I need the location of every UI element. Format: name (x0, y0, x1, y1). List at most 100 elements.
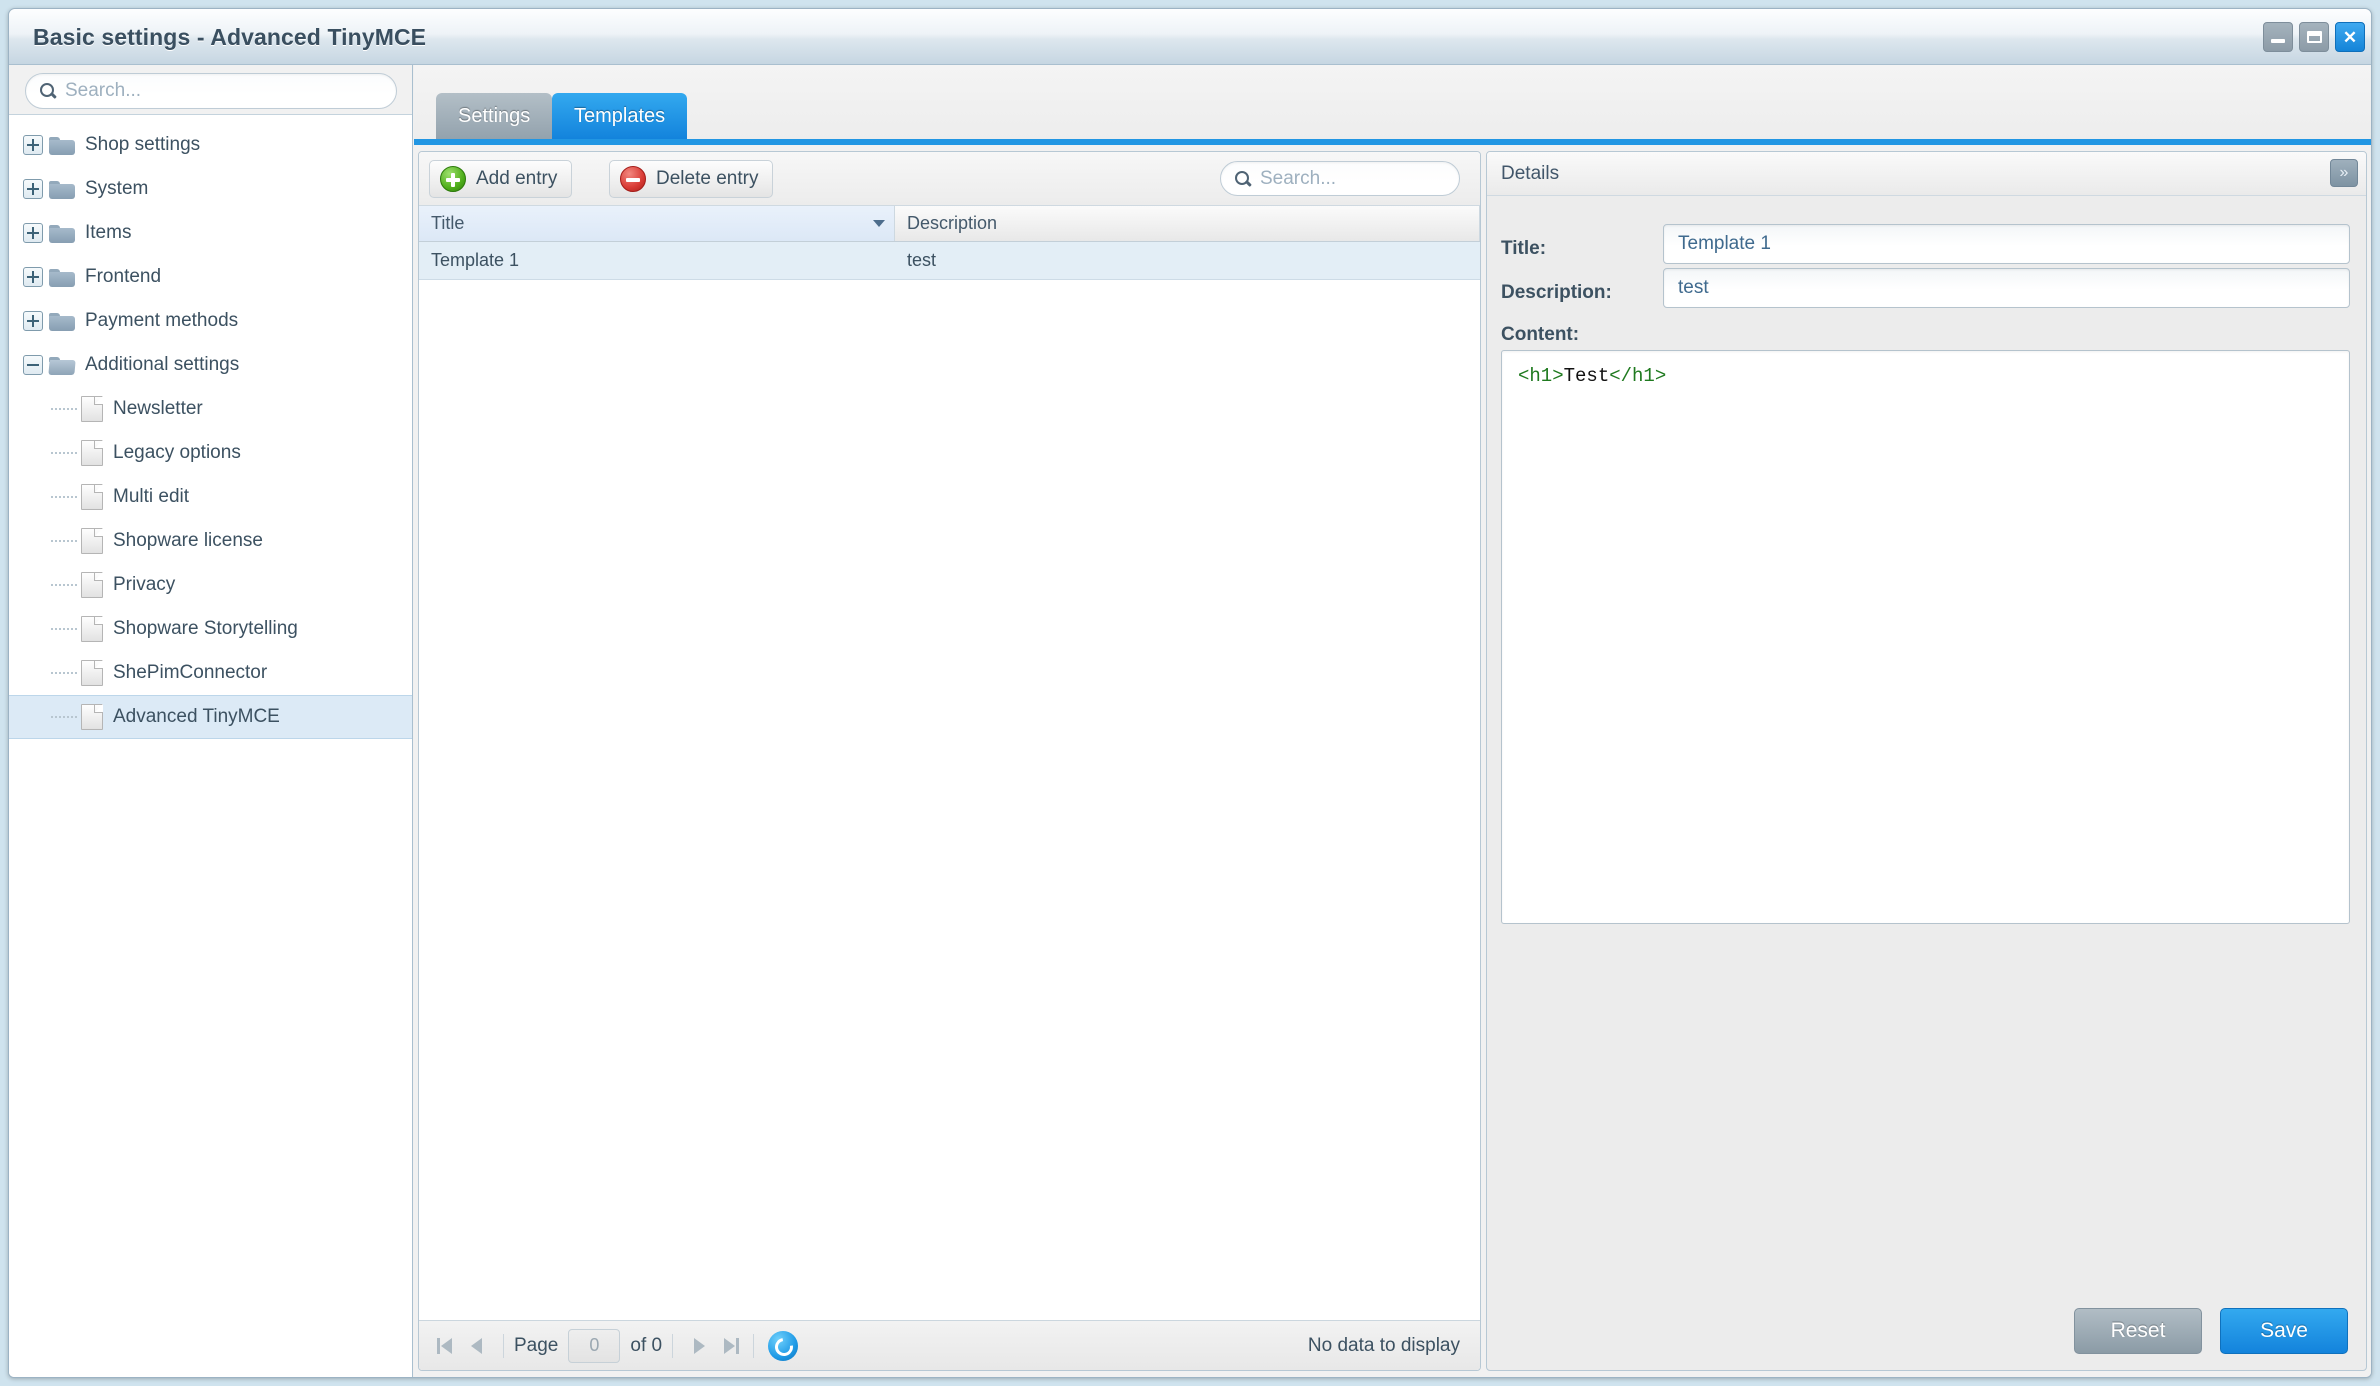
title-bar: Basic settings - Advanced TinyMCE ✕ (9, 9, 2371, 65)
folder-icon (49, 135, 75, 155)
description-field-label: Description: (1501, 282, 1612, 303)
reset-button[interactable]: Reset (2074, 1308, 2202, 1354)
folder-icon (49, 267, 75, 287)
cell-title: Template 1 (431, 250, 520, 270)
expand-icon[interactable] (23, 179, 43, 199)
tree-item-advanced-tinymce[interactable]: Advanced TinyMCE (9, 695, 412, 739)
minimize-button[interactable] (2263, 22, 2293, 52)
tree-item-label: Payment methods (85, 310, 239, 331)
tree-connector (51, 672, 77, 674)
page-number-input[interactable]: 0 (568, 1328, 621, 1363)
tree-item-label: Newsletter (113, 398, 203, 419)
grid-search-input[interactable]: Search... (1220, 161, 1460, 196)
tree-item-shop-settings[interactable]: Shop settings (9, 123, 412, 167)
last-page-button[interactable] (713, 1331, 743, 1361)
search-icon (40, 83, 56, 99)
tree-item-label: Shopware Storytelling (113, 618, 298, 639)
close-button[interactable]: ✕ (2335, 22, 2365, 52)
expand-icon[interactable] (23, 267, 43, 287)
tree-item-label: Items (85, 222, 132, 243)
tab-bar: Settings Templates (414, 65, 2371, 145)
tree-connector (51, 408, 77, 410)
tree-item-additional-settings[interactable]: Additional settings (9, 343, 412, 387)
cell-description: test (907, 250, 937, 270)
tree-item-shepimconnector[interactable]: ShePimConnector (9, 651, 412, 695)
page-icon (81, 616, 103, 642)
sidebar-search-input[interactable]: Search... (25, 73, 397, 109)
divider (672, 1333, 674, 1358)
page-number-value: 0 (589, 1335, 600, 1355)
content-code-editor[interactable]: <h1>Test</h1> (1501, 350, 2350, 924)
page-icon (81, 440, 103, 466)
tab-settings-label: Settings (458, 104, 531, 127)
tree-item-items[interactable]: Items (9, 211, 412, 255)
tab-templates[interactable]: Templates (552, 93, 688, 139)
tree-item-label: Legacy options (113, 442, 241, 463)
tree-item-shopware-storytelling[interactable]: Shopware Storytelling (9, 607, 412, 651)
collapse-icon[interactable] (23, 355, 43, 375)
code-open-tag: <h1> (1518, 365, 1564, 387)
sidebar: Search... Shop settings System Items Fronte… (9, 65, 413, 1377)
collapse-panel-button[interactable]: » (2330, 159, 2358, 187)
description-field-value: test (1678, 277, 1709, 298)
tree-item-newsletter[interactable]: Newsletter (9, 387, 412, 431)
tree-item-label: Shopware license (113, 530, 263, 551)
minus-icon (620, 166, 646, 192)
minimize-icon (2264, 23, 2292, 51)
page-icon (81, 660, 103, 686)
refresh-icon[interactable] (768, 1330, 799, 1361)
divider (503, 1333, 504, 1358)
divider (753, 1333, 755, 1358)
tree-connector (51, 716, 77, 718)
tree-item-label: Privacy (113, 574, 176, 595)
details-panel: Details » Title: Template 1 Description:… (1486, 151, 2367, 1371)
folder-icon (49, 179, 75, 199)
tab-settings[interactable]: Settings (436, 93, 553, 139)
grid-search-placeholder: Search... (1260, 167, 1337, 189)
save-button-label: Save (2260, 1319, 2308, 1342)
window-title: Basic settings - Advanced TinyMCE (33, 24, 427, 50)
previous-page-button[interactable] (463, 1331, 493, 1361)
grid-toolbar: Add entry Delete entry Search... (419, 152, 1480, 206)
title-field[interactable]: Template 1 (1663, 224, 2350, 264)
tree-item-frontend[interactable]: Frontend (9, 255, 412, 299)
column-header-description[interactable]: Description (895, 206, 1480, 241)
tree-item-label: ShePimConnector (113, 662, 268, 683)
tree-connector (51, 628, 77, 630)
grid-status-text: No data to display (1307, 1334, 1460, 1356)
tree-item-label: Multi edit (113, 486, 190, 507)
delete-entry-button[interactable]: Delete entry (609, 160, 774, 198)
sidebar-search-placeholder: Search... (65, 80, 142, 101)
close-icon: ✕ (2342, 27, 2358, 47)
description-field[interactable]: test (1663, 268, 2350, 308)
maximize-button[interactable] (2299, 22, 2329, 52)
tree-item-label: Advanced TinyMCE (113, 706, 280, 727)
first-page-button[interactable] (433, 1331, 463, 1361)
next-page-button[interactable] (683, 1331, 713, 1361)
tree-item-multi-edit[interactable]: Multi edit (9, 475, 412, 519)
reset-button-label: Reset (2110, 1319, 2166, 1342)
delete-entry-label: Delete entry (656, 168, 759, 189)
column-header-title[interactable]: Title (419, 206, 895, 241)
tree-connector (51, 496, 77, 498)
application-window: Basic settings - Advanced TinyMCE ✕ Sear… (8, 8, 2372, 1378)
code-close-tag: </h1> (1609, 365, 1667, 387)
add-entry-button[interactable]: Add entry (429, 160, 573, 198)
content-field-label: Content: (1501, 324, 1580, 345)
main-content: Settings Templates Add entry Delete entr… (414, 65, 2371, 1377)
tree-item-shopware-license[interactable]: Shopware license (9, 519, 412, 563)
page-icon (81, 484, 103, 510)
tree-item-payment-methods[interactable]: Payment methods (9, 299, 412, 343)
tree-item-system[interactable]: System (9, 167, 412, 211)
expand-icon[interactable] (23, 223, 43, 243)
expand-icon[interactable] (23, 135, 43, 155)
tree-item-legacy-options[interactable]: Legacy options (9, 431, 412, 475)
expand-icon[interactable] (23, 311, 43, 331)
grid-header-row: Title Description (419, 206, 1480, 242)
settings-tree: Shop settings System Items Frontend Payment … (9, 114, 412, 1377)
save-button[interactable]: Save (2220, 1308, 2348, 1354)
chevron-down-icon[interactable] (873, 220, 885, 227)
table-row[interactable]: Template 1 test (419, 242, 1480, 280)
tree-item-privacy[interactable]: Privacy (9, 563, 412, 607)
details-title: Details (1501, 163, 1560, 184)
